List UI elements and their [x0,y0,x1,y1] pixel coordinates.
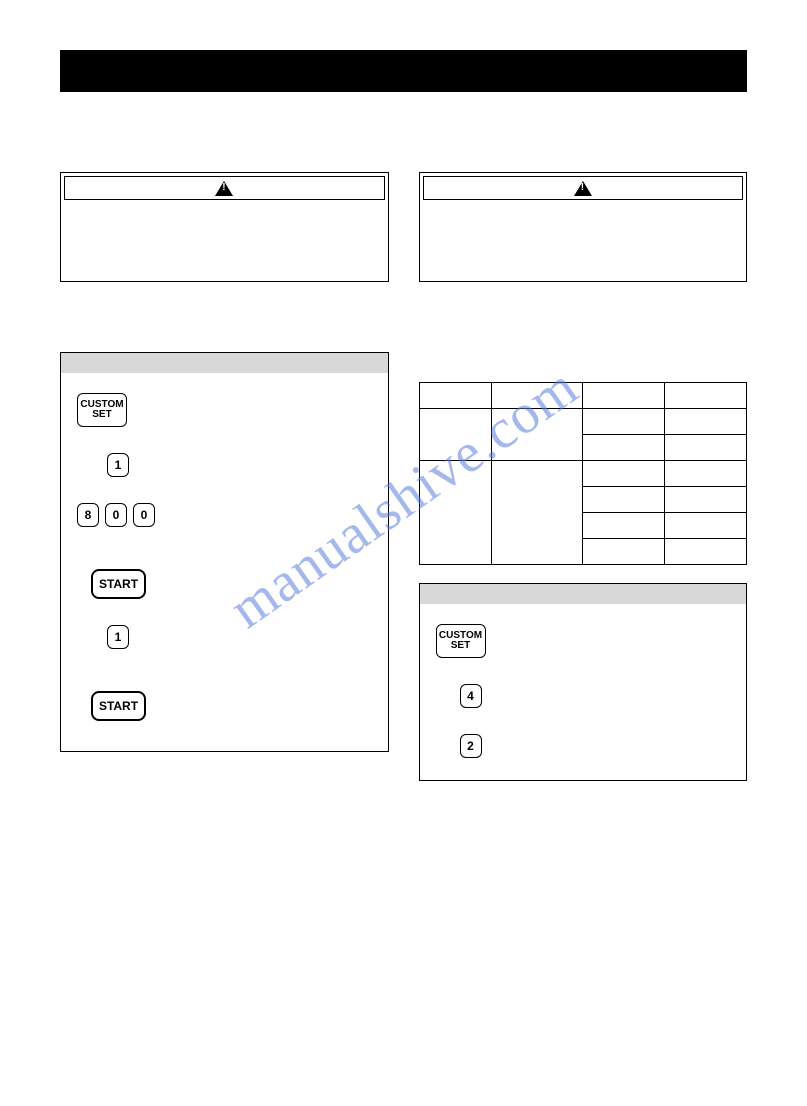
title-bar [60,50,747,92]
table-row [419,383,747,409]
num-1-button-b[interactable]: 1 [107,625,129,649]
procedure-panel-left: CUSTOM SET 1 8 0 0 START 1 [60,352,389,752]
table-row [419,461,747,487]
num-4-button[interactable]: 4 [460,684,482,708]
warning-header-right [423,176,744,200]
warning-box-left [60,172,389,282]
warning-icon [574,181,592,196]
custom-set-button[interactable]: CUSTOM SET [77,393,127,427]
procedure-header-right [420,584,747,604]
warning-box-right [419,172,748,282]
num-0-button-b[interactable]: 0 [133,503,155,527]
start-button[interactable]: START [91,569,146,599]
num-8-button[interactable]: 8 [77,503,99,527]
num-1-button[interactable]: 1 [107,453,129,477]
warning-icon [215,181,233,196]
procedure-header-left [61,353,388,373]
warning-header-left [64,176,385,200]
start-button-b[interactable]: START [91,691,146,721]
num-2-button[interactable]: 2 [460,734,482,758]
custom-set-button-b[interactable]: CUSTOM SET [436,624,486,658]
settings-table [419,382,748,565]
table-row [419,409,747,435]
num-0-button[interactable]: 0 [105,503,127,527]
procedure-panel-right: CUSTOM SET 4 2 [419,583,748,781]
